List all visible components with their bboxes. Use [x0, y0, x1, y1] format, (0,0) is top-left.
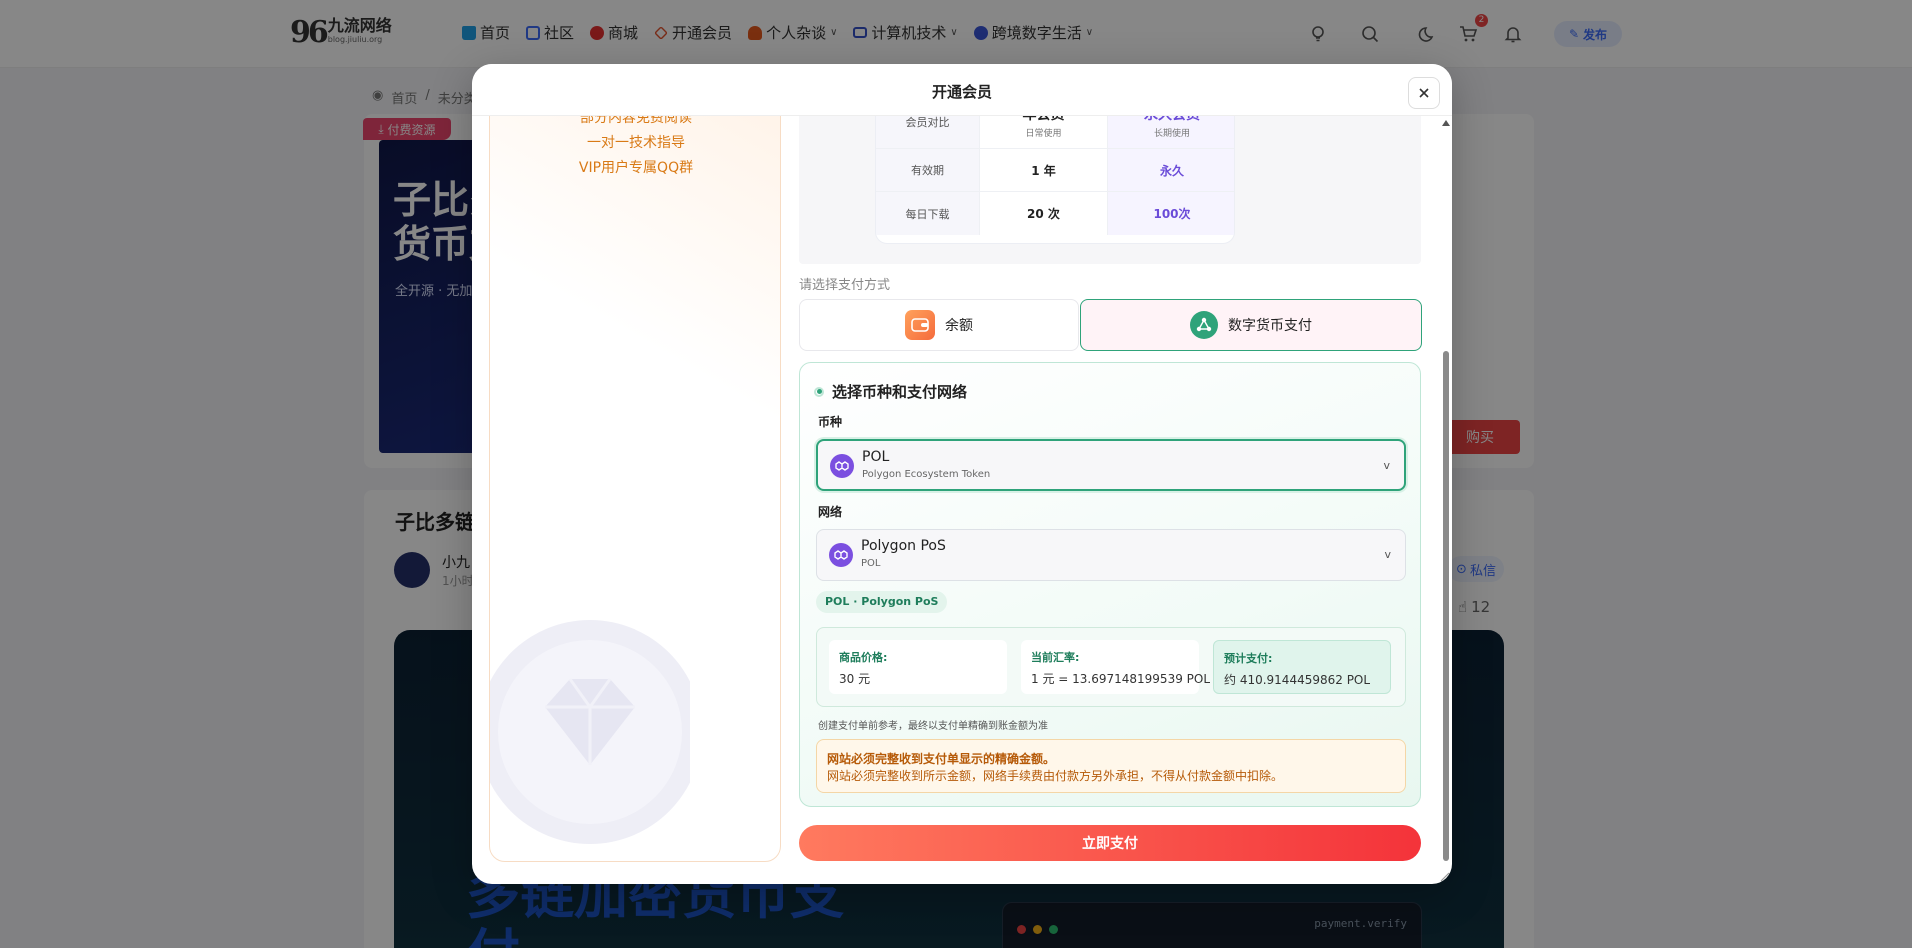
estimated-payment-value: 约 410.9144459862 POL	[1224, 673, 1371, 687]
resize-handle-icon[interactable]	[1438, 870, 1450, 882]
compare-value-lifetime: 永久	[1108, 149, 1234, 192]
compare-row-label: 每日下载	[876, 192, 980, 235]
payment-method-balance[interactable]: 余额	[799, 299, 1079, 351]
payment-method-crypto[interactable]: 数字货币支付	[1080, 299, 1422, 351]
benefits-panel: 部分内容免费阅读 一对一技术指导 VIP用户专属QQ群	[489, 94, 781, 862]
exchange-rate-label: 当前汇率:	[1031, 651, 1080, 664]
currency-label: 币种	[818, 415, 843, 429]
benefit-item: 一对一技术指导	[587, 135, 685, 151]
crypto-heading-text: 选择币种和支付网络	[832, 383, 968, 401]
compare-value-yearly: 20 次	[980, 192, 1108, 235]
modal-scrollbar[interactable]	[1440, 116, 1452, 884]
scroll-thumb[interactable]	[1443, 351, 1449, 861]
compare-row-label: 有效期	[876, 149, 980, 192]
compare-value: 永久	[1159, 163, 1184, 178]
compare-row-label-text: 有效期	[911, 164, 944, 177]
plan-desc: 长期使用	[1153, 129, 1190, 139]
warning-detail: 网站必须完整收到所示金额，网络手续费由付款方另外承担，不得从付款金额中扣除。	[827, 769, 1284, 783]
product-price-value: 30 元	[839, 672, 871, 686]
currency-symbol: POL	[862, 449, 890, 465]
crypto-network-icon	[1190, 311, 1218, 339]
close-button[interactable]	[1408, 77, 1440, 109]
exchange-rate-box: 当前汇率: 1 元 = 13.697148199539 POL	[1021, 640, 1210, 694]
currency-select[interactable]: POL Polygon Ecosystem Token v	[816, 439, 1406, 491]
network-select[interactable]: Polygon PoS POL v	[816, 529, 1406, 581]
network-name: Polygon PoS	[861, 538, 946, 554]
compare-value: 20 次	[1027, 207, 1060, 221]
payment-method-label-text: 数字货币支付	[1228, 318, 1312, 334]
plan-compare-table: 会员对比 年会员 日常使用 永久会员 长期使用 有效期 1 年 永久 每日下载 …	[875, 94, 1235, 244]
crypto-payment-panel: 选择币种和支付网络 币种 POL Polygon Ecosystem Token…	[799, 362, 1421, 807]
vip-modal: 部分内容免费阅读 一对一技术指导 VIP用户专属QQ群 会员对比 年会员 日常使…	[472, 64, 1452, 884]
plan-desc: 日常使用	[1025, 129, 1062, 139]
reference-note: 创建支付单前参考，最终以支付单精确到账金额为准	[818, 721, 1048, 732]
benefit-item: VIP用户专属QQ群	[578, 160, 694, 176]
selected-network-chip: POL · Polygon PoS	[816, 591, 948, 613]
polygon-icon	[830, 454, 854, 478]
modal-header: 开通会员	[472, 64, 1452, 116]
product-price-box: 商品价格: 30 元	[829, 640, 1007, 694]
warning-title: 网站必须完整收到支付单显示的精确金额。	[827, 752, 1056, 766]
close-icon	[1419, 88, 1429, 98]
wallet-icon	[905, 310, 935, 340]
modal-title: 开通会员	[931, 83, 992, 101]
compare-value: 1 年	[1031, 163, 1056, 178]
crypto-heading: 选择币种和支付网络	[814, 381, 967, 402]
estimated-payment-box: 预计支付: 约 410.9144459862 POL	[1213, 640, 1391, 694]
network-symbol: POL	[861, 558, 881, 569]
currency-name: Polygon Ecosystem Token	[862, 469, 991, 480]
polygon-icon	[829, 543, 853, 567]
price-summary: 商品价格: 30 元 当前汇率: 1 元 = 13.697148199539 P…	[816, 627, 1406, 707]
payment-method-label-text: 余额	[945, 318, 973, 334]
payment-method-label: 请选择支付方式	[799, 278, 891, 293]
status-dot-icon	[814, 386, 824, 397]
compare-row-label-text: 每日下载	[905, 207, 950, 221]
estimated-payment-label: 预计支付:	[1224, 652, 1273, 665]
scroll-up-arrow-icon[interactable]	[1442, 120, 1450, 126]
network-label: 网络	[818, 505, 843, 519]
product-price-label: 商品价格:	[839, 651, 888, 664]
chevron-down-icon: v	[1383, 459, 1390, 472]
compare-value: 100次	[1153, 207, 1191, 221]
payment-warning: 网站必须完整收到支付单显示的精确金额。 网站必须完整收到所示金额，网络手续费由付…	[816, 739, 1406, 793]
exchange-rate-value: 1 元 = 13.697148199539 POL	[1031, 672, 1211, 686]
chevron-down-icon: v	[1384, 548, 1391, 561]
compare-value-yearly: 1 年	[980, 149, 1108, 192]
diamond-watermark-icon	[490, 617, 690, 847]
compare-value-lifetime: 100次	[1108, 192, 1234, 235]
pay-now-button[interactable]: 立即支付	[799, 825, 1421, 861]
